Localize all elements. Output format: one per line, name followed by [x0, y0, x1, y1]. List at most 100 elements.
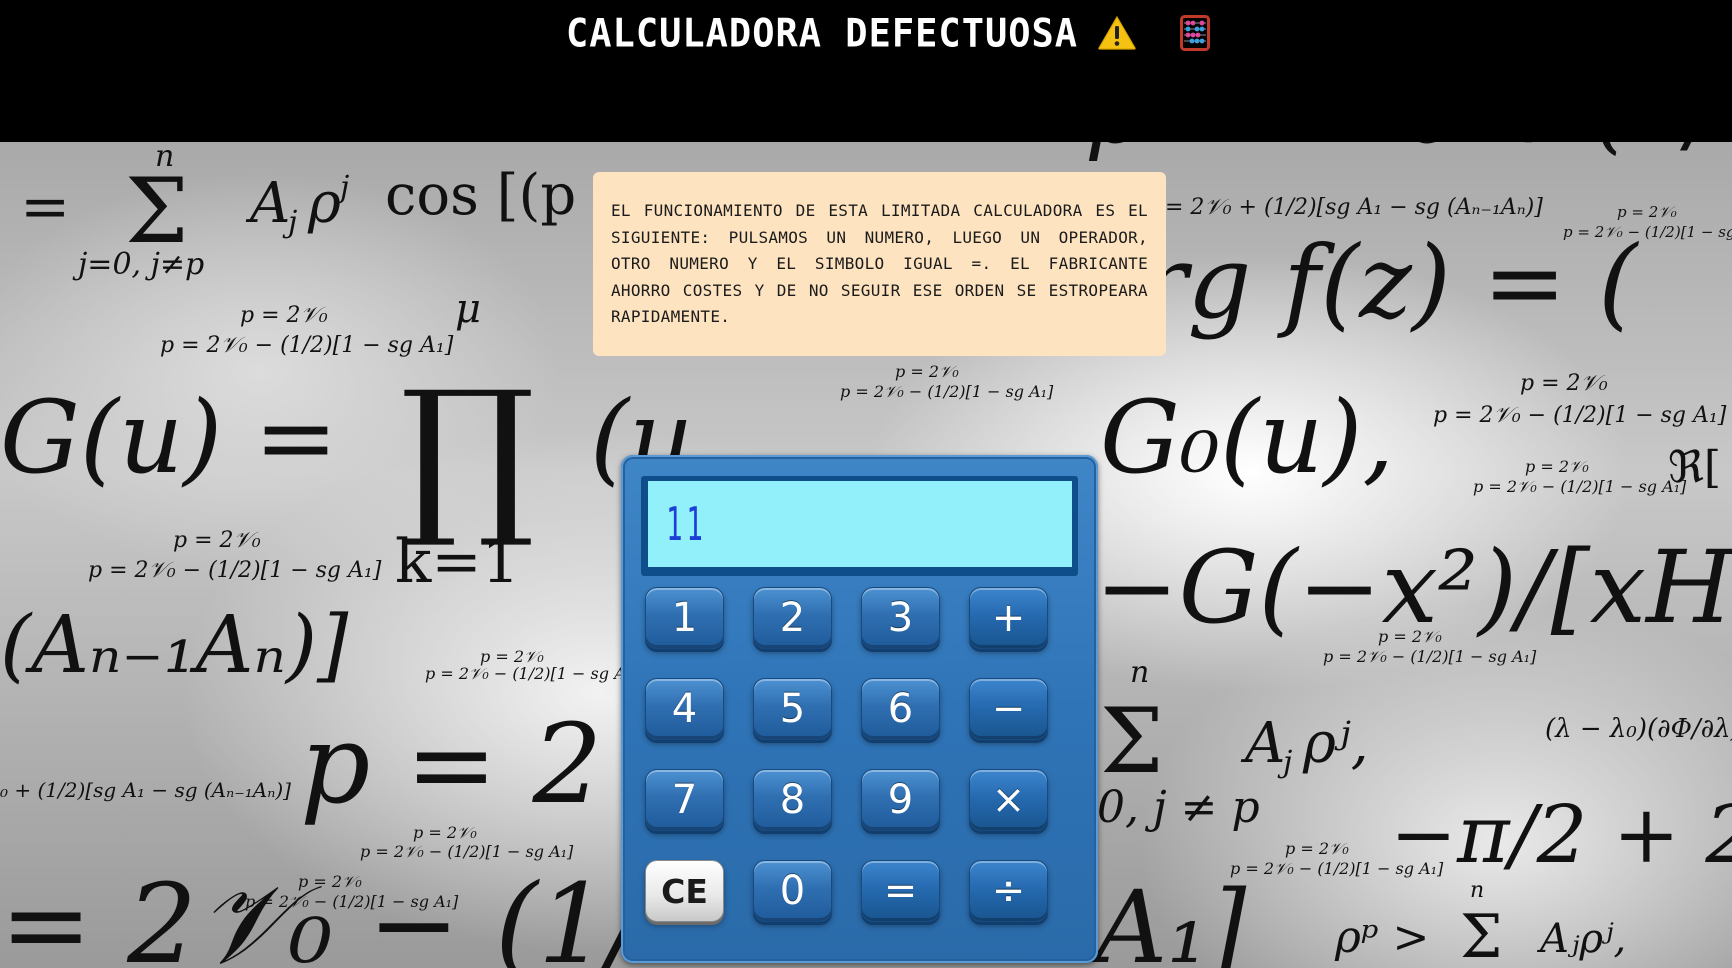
svg-text:n: n: [1130, 655, 1149, 690]
instructions-text: EL FUNCIONAMIENTO DE ESTA LIMITADA CALCU…: [611, 201, 1148, 326]
svg-text:μ: μ: [455, 286, 481, 332]
key-minus-label: −: [991, 686, 1026, 732]
key-multiply-label: ×: [991, 777, 1026, 823]
svg-text:p = 2𝒱₀ − (1/2)[1 − sg A₁]: p = 2𝒱₀ − (1/2)[1 − sg A₁]: [1433, 403, 1727, 428]
key-equals-label: =: [883, 868, 918, 914]
svg-text:p = 2𝒱₀ − (1/2)[1 − sg A₁]: p = 2𝒱₀ − (1/2)[1 − sg A₁]: [425, 664, 639, 683]
svg-text:p = 2𝒱₀: p = 2𝒱₀: [1617, 203, 1677, 221]
svg-text:j=0, j≠p: j=0, j≠p: [72, 247, 204, 282]
svg-text:p = 2𝒱₀: p = 2𝒱₀: [173, 528, 261, 553]
keypad-cell: ÷: [969, 860, 1077, 951]
svg-text:A₁]: A₁]: [1087, 869, 1247, 968]
key-4-button[interactable]: 4: [645, 678, 724, 740]
keypad-cell: 5: [753, 678, 861, 769]
instructions-note: EL FUNCIONAMIENTO DE ESTA LIMITADA CALCU…: [593, 172, 1166, 356]
svg-text:cos [(p: cos [(p: [385, 163, 576, 228]
keypad-cell: 7: [645, 769, 753, 860]
svg-text:p = 2𝒱₀: p = 2𝒱₀: [240, 303, 328, 328]
key-plus-label: +: [991, 595, 1026, 641]
key-2-button[interactable]: 2: [753, 587, 832, 649]
key-0-button[interactable]: 0: [753, 860, 832, 922]
keypad-cell: 3: [861, 587, 969, 678]
key-6-label: 6: [887, 686, 914, 732]
key-multiply-button[interactable]: ×: [969, 769, 1048, 831]
svg-text:=: =: [20, 172, 70, 242]
svg-text:ρᵖ >: ρᵖ >: [1334, 912, 1429, 963]
svg-text:p = 2: p = 2: [300, 700, 603, 828]
keypad: 1 2 3 +4 5 6 − 7 8 9 × CE 0 = ÷: [645, 587, 1073, 951]
svg-text:p = 2𝒱₀ − (1/2)[1 − sg A₁]: p = 2𝒱₀ − (1/2)[1 − sg A₁]: [1323, 647, 1537, 666]
svg-text:Σ: Σ: [1460, 902, 1502, 968]
key-3-label: 3: [887, 595, 914, 641]
abacus-icon: [1180, 15, 1211, 51]
keypad-cell: 8: [753, 769, 861, 860]
svg-text:A: A: [1240, 711, 1285, 776]
svg-text:p = 2𝒱₀: p = 2𝒱₀: [1520, 371, 1608, 396]
calculator-display-frame: 11: [641, 476, 1078, 576]
svg-text:Aⱼρʲ,: Aⱼρʲ,: [1536, 916, 1626, 962]
keypad-cell: +: [969, 587, 1077, 678]
svg-text:= 2𝒱₀ + (1/2)[sg A₁ − sg (Aₙ₋: = 2𝒱₀ + (1/2)[sg A₁ − sg (Aₙ₋₁Aₙ)]: [1165, 195, 1543, 220]
svg-text:p = 2𝒱₀: p = 2𝒱₀: [413, 823, 477, 842]
svg-text:0, j ≠ p: 0, j ≠ p: [1097, 782, 1260, 833]
key-2-label: 2: [779, 595, 806, 641]
svg-text:p = 2𝒱₀: p = 2𝒱₀: [1285, 839, 1349, 858]
svg-text:p = 2𝒱₀ − (1/2)[1 − sg A₁]: p = 2𝒱₀ − (1/2)[1 − sg A₁]: [360, 842, 574, 861]
svg-text:p = 2𝒱₀: p = 2𝒱₀: [1378, 627, 1442, 646]
svg-text:n: n: [155, 142, 174, 174]
key-8-button[interactable]: 8: [753, 769, 832, 831]
key-0-label: 0: [779, 868, 806, 914]
page-title: CALCULADORA DEFECTUOSA: [566, 10, 1079, 56]
svg-text:Σ: Σ: [1100, 689, 1164, 794]
keypad-cell: 4: [645, 678, 753, 769]
title-group: CALCULADORA DEFECTUOSA: [566, 8, 1211, 58]
svg-text:p = 2𝒱₀ − (1/2)[1 − sg A₁]: p = 2𝒱₀ − (1/2)[1 − sg A₁]: [1473, 477, 1687, 496]
key-3-button[interactable]: 3: [861, 587, 940, 649]
key-7-label: 7: [671, 777, 698, 823]
key-5-label: 5: [779, 686, 806, 732]
svg-text:ρʲ,: ρʲ,: [1302, 711, 1369, 776]
svg-text:p = 2𝒱₀ − (1/2)[1 − sg A₁]: p = 2𝒱₀ − (1/2)[1 − sg A₁]: [88, 558, 382, 583]
keypad-cell: 1: [645, 587, 753, 678]
keypad-cell: 9: [861, 769, 969, 860]
calculator: 11 1 2 3 +4 5 6 − 7 8 9 × CE 0 = ÷: [621, 455, 1098, 963]
keypad-cell: CE: [645, 860, 753, 951]
keypad-cell: ×: [969, 769, 1077, 860]
keypad-cell: =: [861, 860, 969, 951]
key-clear-button[interactable]: CE: [645, 860, 724, 922]
svg-text:G₀(u),: G₀(u),: [1100, 379, 1394, 496]
svg-text:ρ: ρ: [307, 171, 341, 236]
svg-text:ℜ[: ℜ[: [1668, 442, 1721, 493]
svg-text:(λ − λ₀)(∂Φ/∂λ)₀ +: (λ − λ₀)(∂Φ/∂λ)₀ +: [1545, 714, 1732, 744]
key-plus-button[interactable]: +: [969, 587, 1048, 649]
svg-text:p = 2𝒱₀ − (1/2)[1 − sg A₁]: p = 2𝒱₀ − (1/2)[1 − sg A₁]: [840, 382, 1054, 401]
svg-text:₀ + (1/2)[sg A₁ − sg (Aₙ₋₁Aₙ)]: ₀ + (1/2)[sg A₁ − sg (Aₙ₋₁Aₙ)]: [0, 778, 291, 802]
keypad-cell: 0: [753, 860, 861, 951]
key-equals-button[interactable]: =: [861, 860, 940, 922]
keypad-cell: −: [969, 678, 1077, 769]
svg-text:k=1: k=1: [395, 527, 520, 597]
key-8-label: 8: [779, 777, 806, 823]
svg-text:A: A: [245, 171, 290, 236]
key-1-button[interactable]: 1: [645, 587, 724, 649]
top-bar: CALCULADORA DEFECTUOSA: [0, 0, 1732, 142]
key-5-button[interactable]: 5: [753, 678, 832, 740]
key-1-label: 1: [671, 595, 698, 641]
svg-text:p = 2𝒱₀: p = 2𝒱₀: [895, 362, 959, 381]
key-9-button[interactable]: 9: [861, 769, 940, 831]
key-6-button[interactable]: 6: [861, 678, 940, 740]
keypad-cell: 2: [753, 587, 861, 678]
svg-text:= 2𝒱₀ − (1/2: = 2𝒱₀ − (1/2: [0, 860, 715, 968]
key-9-label: 9: [887, 777, 914, 823]
svg-text:∏: ∏: [400, 355, 535, 553]
key-7-button[interactable]: 7: [645, 769, 724, 831]
keypad-cell: 6: [861, 678, 969, 769]
svg-text:p = 2𝒱₀ − (1/2)[1 − sg A₁]: p = 2𝒱₀ − (1/2)[1 − sg A₁]: [1230, 859, 1444, 878]
key-divide-button[interactable]: ÷: [969, 860, 1048, 922]
svg-text:n: n: [1470, 878, 1484, 903]
svg-text:G(u) =: G(u) =: [0, 379, 338, 496]
svg-text:(Aₙ₋₁Aₙ)]: (Aₙ₋₁Aₙ)]: [0, 598, 349, 691]
key-divide-label: ÷: [991, 868, 1026, 914]
svg-text:p = 2𝒱₀: p = 2𝒱₀: [1525, 457, 1589, 476]
key-minus-button[interactable]: −: [969, 678, 1048, 740]
